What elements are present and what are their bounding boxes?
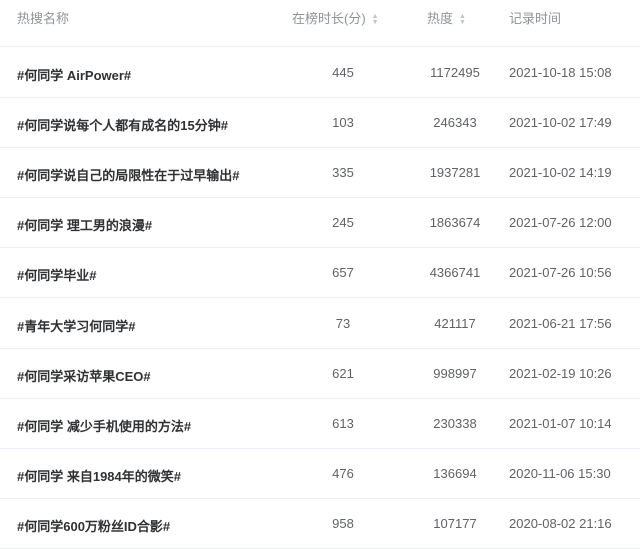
table-row: #何同学 理工男的浪漫# 245 1863674 2021-07-26 12:00 xyxy=(0,197,640,249)
cell-duration: 103 xyxy=(332,115,354,131)
cell-heat: 421117 xyxy=(434,315,476,331)
column-header-time: 记录时间 xyxy=(509,11,562,26)
cell-name[interactable]: #何同学说自己的局限性在于过早输出# xyxy=(17,165,239,184)
cell-name[interactable]: #青年大学习何同学# xyxy=(17,316,135,335)
table-row: #何同学 减少手机使用的方法# 613 230338 2021-01-07 10:14 xyxy=(0,398,640,449)
column-header-name: 热搜名称 xyxy=(17,11,70,26)
column-header-heat-label: 热度 xyxy=(427,11,454,26)
table-row: #何同学600万粉丝ID合影# 958 107177 2020-08-02 21:16 xyxy=(0,498,640,549)
cell-duration: 657 xyxy=(332,265,354,281)
cell-heat: 230338 xyxy=(433,415,477,431)
column-header-duration-label: 在榜时长(分) xyxy=(292,11,366,26)
cell-heat: 1863674 xyxy=(429,215,481,231)
cell-time: 2021-10-02 14:19 xyxy=(509,165,612,181)
cell-duration: 335 xyxy=(332,165,354,181)
cell-time: 2020-11-06 15:30 xyxy=(509,465,611,481)
cell-time: 2021-06-21 17:56 xyxy=(509,315,612,331)
cell-time: 2021-10-18 15:08 xyxy=(509,65,612,80)
table-row: #何同学毕业# 657 4366741 2021-07-26 10:56 xyxy=(0,247,640,299)
cell-duration: 621 xyxy=(332,365,354,381)
cell-name[interactable]: #何同学 AirPower# xyxy=(17,65,131,84)
cell-time: 2020-08-02 21:16 xyxy=(509,515,612,531)
cell-duration: 476 xyxy=(332,465,354,481)
cell-time: 2021-01-07 10:14 xyxy=(509,415,612,431)
cell-duration: 245 xyxy=(332,215,354,231)
cell-duration: 613 xyxy=(332,415,354,431)
table-row: #何同学说每个人都有成名的15分钟# 103 246343 2021-10-02 17… xyxy=(0,97,640,149)
cell-time: 2021-02-19 10:26 xyxy=(509,365,612,381)
column-header-heat[interactable]: 热度 ▲ ▼ xyxy=(427,8,467,27)
cell-duration: 73 xyxy=(335,315,351,331)
cell-name[interactable]: #何同学 减少手机使用的方法# xyxy=(17,416,191,435)
cell-name[interactable]: #何同学说每个人都有成名的15分钟# xyxy=(17,115,228,134)
cell-name[interactable]: #何同学采访苹果CEO# xyxy=(17,366,151,385)
cell-heat: 998997 xyxy=(433,365,477,381)
cell-heat: 4366741 xyxy=(429,265,481,281)
cell-name[interactable]: #何同学 理工男的浪漫# xyxy=(17,215,152,234)
cell-time: 2021-10-02 17:49 xyxy=(509,115,612,131)
cell-duration: 958 xyxy=(332,515,354,531)
cell-name[interactable]: #何同学毕业# xyxy=(17,265,96,284)
sort-icon[interactable]: ▲ ▼ xyxy=(372,13,380,26)
cell-heat: 246343 xyxy=(433,115,477,131)
cell-heat: 1172495 xyxy=(430,65,480,80)
cell-time: 2021-07-26 10:56 xyxy=(509,265,612,281)
table-row: #何同学 来自1984年的微笑# 476 136694 2020-11-06 15:3… xyxy=(0,448,640,499)
sort-icon[interactable]: ▲ ▼ xyxy=(459,13,467,26)
column-header-duration[interactable]: 在榜时长(分) ▲ ▼ xyxy=(292,8,380,27)
table-header: 热搜名称 在榜时长(分) ▲ ▼ 热度 ▲ ▼ 记录时间 xyxy=(0,0,640,47)
cell-heat: 107177 xyxy=(433,515,477,531)
table-row: #何同学说自己的局限性在于过早输出# 335 1937281 2021-10-02 1… xyxy=(0,147,640,199)
table-row: #何同学采访苹果CEO# 621 998997 2021-02-19 10:26 xyxy=(0,348,640,399)
cell-name[interactable]: #何同学 来自1984年的微笑# xyxy=(17,466,181,485)
cell-heat: 1937281 xyxy=(429,165,481,181)
cell-time: 2021-07-26 12:00 xyxy=(509,215,612,231)
cell-name[interactable]: #何同学600万粉丝ID合影# xyxy=(17,516,170,535)
cell-duration: 445 xyxy=(332,65,354,80)
table-row: #何同学 AirPower# 445 1172495 2021-10-18 15:08 xyxy=(0,47,640,98)
cell-heat: 136694 xyxy=(433,465,477,481)
table-row: #青年大学习何同学# 73 421117 2021-06-21 17:56 xyxy=(0,298,640,349)
